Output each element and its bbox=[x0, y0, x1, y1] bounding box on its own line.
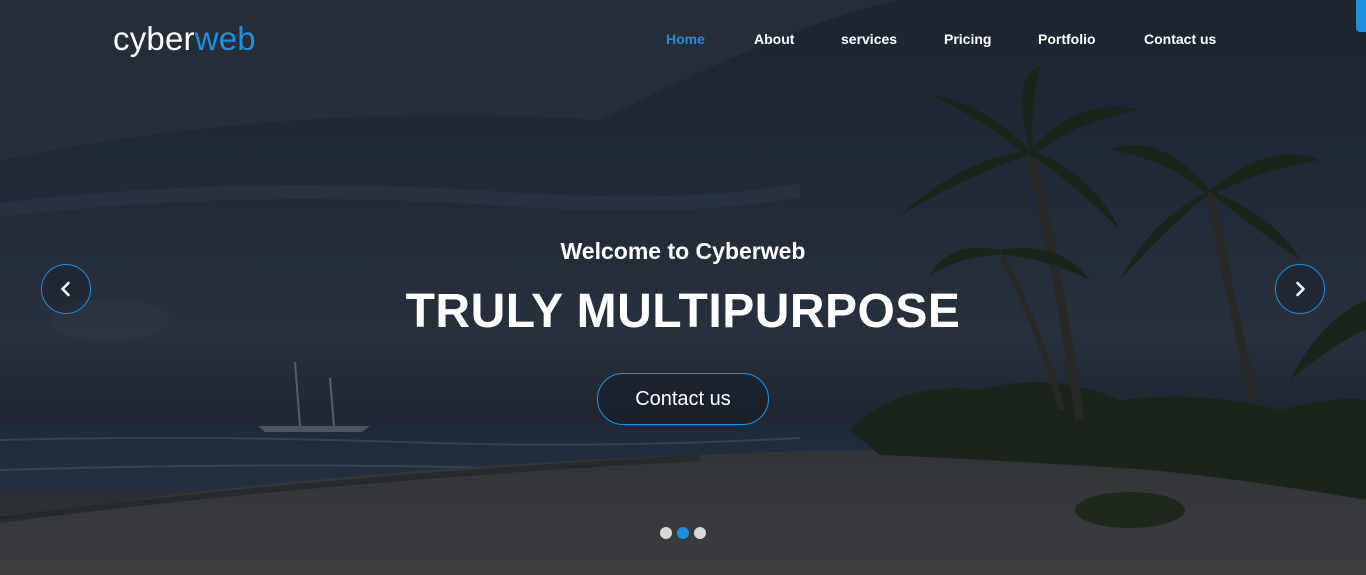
contact-us-button[interactable]: Contact us bbox=[597, 373, 769, 425]
nav-item-about[interactable]: About bbox=[754, 31, 794, 47]
slide-dot-3[interactable] bbox=[694, 527, 706, 539]
hero-slider: cyberweb Home About services Pricing Por… bbox=[0, 0, 1366, 575]
slide-dot-1[interactable] bbox=[660, 527, 672, 539]
slide-indicators bbox=[660, 527, 706, 539]
slide-subtitle: Welcome to Cyberweb bbox=[560, 238, 806, 264]
nav-item-contact-us[interactable]: Contact us bbox=[1144, 31, 1216, 47]
chevron-right-icon bbox=[1296, 281, 1305, 297]
slide-dot-2[interactable] bbox=[677, 527, 689, 539]
nav-item-services[interactable]: services bbox=[841, 31, 897, 47]
nav-item-portfolio[interactable]: Portfolio bbox=[1038, 31, 1096, 47]
scrollbar-handle[interactable] bbox=[1356, 0, 1366, 32]
nav-item-home[interactable]: Home bbox=[666, 31, 705, 47]
previous-slide-button[interactable] bbox=[41, 264, 91, 314]
slide-headline: TRULY MULTIPURPOSE bbox=[405, 285, 961, 338]
nav-item-pricing[interactable]: Pricing bbox=[944, 31, 991, 47]
main-navigation: Home About services Pricing Portfolio Co… bbox=[0, 31, 1366, 51]
next-slide-button[interactable] bbox=[1275, 264, 1325, 314]
chevron-left-icon bbox=[61, 281, 70, 297]
